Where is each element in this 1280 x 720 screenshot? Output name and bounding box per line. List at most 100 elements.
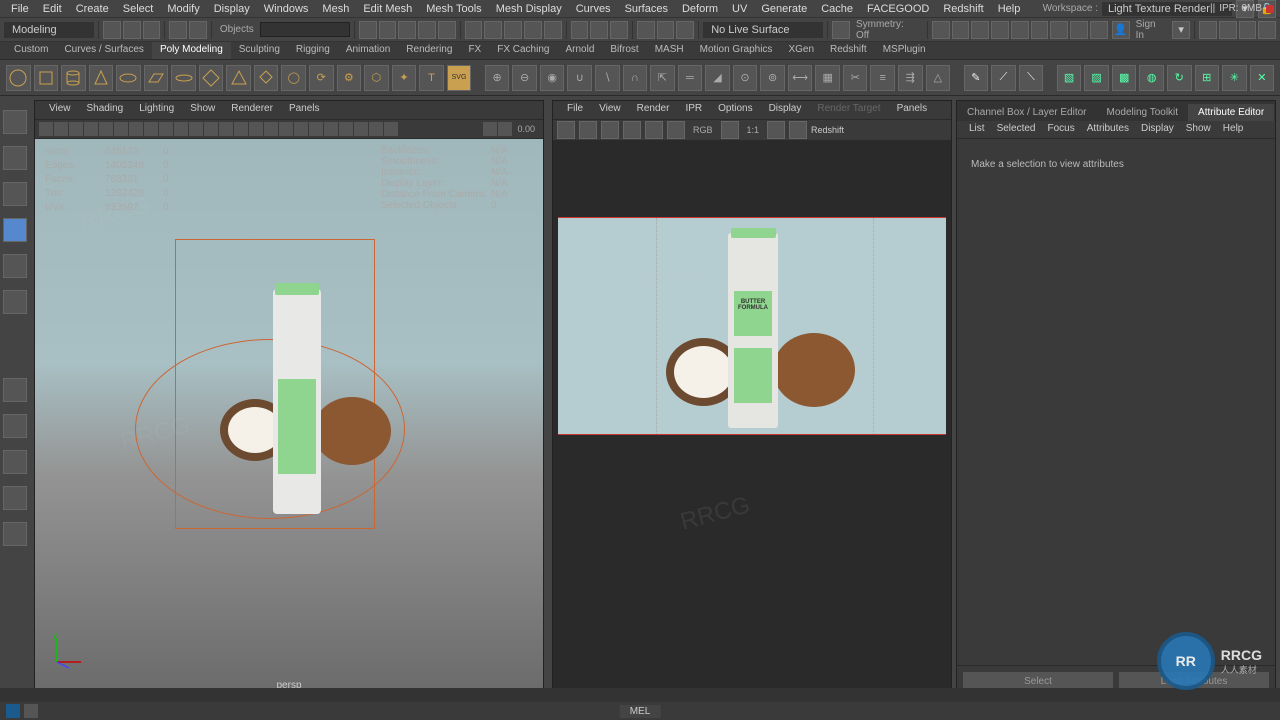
- panel-6-icon[interactable]: [1031, 21, 1049, 39]
- rv-refresh-icon[interactable]: [645, 121, 663, 139]
- rv-menu-view[interactable]: View: [591, 101, 629, 119]
- last-tool[interactable]: [3, 290, 27, 314]
- move-tool[interactable]: [3, 182, 27, 206]
- vp-isolate-icon[interactable]: [294, 122, 308, 136]
- extrude-icon[interactable]: ⇱: [650, 65, 675, 91]
- poly-svg-icon[interactable]: SVG: [447, 65, 472, 91]
- render-settings-icon[interactable]: [676, 21, 694, 39]
- rv-alpha-icon[interactable]: [721, 121, 739, 139]
- vp-xray-icon[interactable]: [309, 122, 323, 136]
- viewport-3d[interactable]: Verts:6451730 Edges:14053490 Faces:76333…: [35, 139, 543, 697]
- shelf-tab-animation[interactable]: Animation: [338, 42, 398, 59]
- mirror-icon[interactable]: ⟷: [788, 65, 813, 91]
- menu-file[interactable]: File: [4, 2, 36, 15]
- tab-modeling-toolkit[interactable]: Modeling Toolkit: [1097, 104, 1189, 121]
- poly-cone-icon[interactable]: [89, 65, 114, 91]
- poly-helix-icon[interactable]: ⟳: [309, 65, 334, 91]
- shelf-tab-rigging[interactable]: Rigging: [288, 42, 338, 59]
- uv-1-icon[interactable]: ▧: [1057, 65, 1082, 91]
- vp-menu-view[interactable]: View: [41, 101, 79, 119]
- sculpt-2-icon[interactable]: ⟋: [991, 65, 1016, 91]
- shelf-tab-curves[interactable]: Curves / Surfaces: [56, 42, 151, 59]
- layout-two-v[interactable]: [3, 486, 27, 510]
- signin-label[interactable]: Sign In: [1132, 19, 1171, 41]
- select-tool-icon[interactable]: [359, 21, 377, 39]
- poly-superellipse-icon[interactable]: ✦: [392, 65, 417, 91]
- panel-8-icon[interactable]: [1070, 21, 1088, 39]
- menu-editmesh[interactable]: Edit Mesh: [356, 2, 419, 15]
- shelf-tab-polymodeling[interactable]: Poly Modeling: [152, 42, 231, 59]
- shelf-tab-rendering[interactable]: Rendering: [398, 42, 460, 59]
- vp-image-plane-icon[interactable]: [69, 122, 83, 136]
- ae-menu-attributes[interactable]: Attributes: [1081, 121, 1135, 138]
- poly-torus-icon[interactable]: [116, 65, 141, 91]
- rv-keep-icon[interactable]: [767, 121, 785, 139]
- boolean-union-icon[interactable]: ∪: [567, 65, 592, 91]
- layout-3-icon[interactable]: [1239, 21, 1257, 39]
- timeline[interactable]: [0, 688, 1280, 702]
- shelf-tab-fx[interactable]: FX: [460, 42, 489, 59]
- new-scene-icon[interactable]: [103, 21, 121, 39]
- menu-curves[interactable]: Curves: [569, 2, 618, 15]
- boolean-diff-icon[interactable]: ∖: [595, 65, 620, 91]
- sculpt-1-icon[interactable]: ✎: [964, 65, 989, 91]
- poly-gear-icon[interactable]: ⚙: [337, 65, 362, 91]
- rv-settings-icon[interactable]: [667, 121, 685, 139]
- vp-ao-icon[interactable]: [369, 122, 383, 136]
- vp-menu-lighting[interactable]: Lighting: [131, 101, 182, 119]
- snap-curve-icon[interactable]: [484, 21, 502, 39]
- vp-gamma-icon[interactable]: [498, 122, 512, 136]
- uv-6-icon[interactable]: ⊞: [1195, 65, 1220, 91]
- menu-cache[interactable]: Cache: [814, 2, 860, 15]
- redo-icon[interactable]: [189, 21, 207, 39]
- vp-depth-icon[interactable]: [339, 122, 353, 136]
- vp-xray-joint-icon[interactable]: [324, 122, 338, 136]
- shelf-tab-custom[interactable]: Custom: [6, 42, 56, 59]
- panel-4-icon[interactable]: [991, 21, 1009, 39]
- lasso-tool[interactable]: [3, 146, 27, 170]
- select-vert-icon[interactable]: [379, 21, 397, 39]
- vp-menu-shading[interactable]: Shading: [79, 101, 132, 119]
- shelf-tab-bifrost[interactable]: Bifrost: [602, 42, 646, 59]
- vp-exposure-icon[interactable]: [483, 122, 497, 136]
- uv-8-icon[interactable]: ✕: [1250, 65, 1275, 91]
- quad-draw-icon[interactable]: ▦: [815, 65, 840, 91]
- sculpt-3-icon[interactable]: ⟍: [1019, 65, 1044, 91]
- ae-menu-display[interactable]: Display: [1135, 121, 1180, 138]
- poly-platonic-icon[interactable]: [199, 65, 224, 91]
- rv-menu-options[interactable]: Options: [710, 101, 760, 119]
- menu-select[interactable]: Select: [116, 2, 161, 15]
- separate-icon[interactable]: ⊖: [512, 65, 537, 91]
- uv-2-icon[interactable]: ▨: [1084, 65, 1109, 91]
- vp-wireframe-icon[interactable]: [219, 122, 233, 136]
- uv-3-icon[interactable]: ▩: [1112, 65, 1137, 91]
- ae-menu-show[interactable]: Show: [1180, 121, 1217, 138]
- panel-1-icon[interactable]: [932, 21, 950, 39]
- panel-2-icon[interactable]: [952, 21, 970, 39]
- mode-dropdown[interactable]: Modeling: [4, 22, 94, 38]
- menu-generate[interactable]: Generate: [754, 2, 814, 15]
- vp-aa-icon[interactable]: [384, 122, 398, 136]
- poly-pyramid-icon[interactable]: [226, 65, 251, 91]
- vp-gate-mask-icon[interactable]: [159, 122, 173, 136]
- vp-grease-icon[interactable]: [99, 122, 113, 136]
- signin-dropdown-icon[interactable]: ▾: [1172, 21, 1190, 39]
- merge-icon[interactable]: ⊙: [733, 65, 758, 91]
- vp-bookmark-icon[interactable]: [54, 122, 68, 136]
- script-language[interactable]: MEL: [620, 705, 661, 718]
- select-edge-icon[interactable]: [398, 21, 416, 39]
- script-output-icon[interactable]: [24, 704, 38, 718]
- poly-plane-icon[interactable]: [144, 65, 169, 91]
- layout-4-icon[interactable]: [1258, 21, 1276, 39]
- vp-grid-icon[interactable]: [114, 122, 128, 136]
- freeze-icon[interactable]: [590, 21, 608, 39]
- menu-meshtools[interactable]: Mesh Tools: [419, 2, 488, 15]
- vp-shaded-icon[interactable]: [234, 122, 248, 136]
- panel-9-icon[interactable]: [1090, 21, 1108, 39]
- render-icon[interactable]: [637, 21, 655, 39]
- rv-menu-panels[interactable]: Panels: [889, 101, 936, 119]
- history-icon[interactable]: [571, 21, 589, 39]
- rv-ipr-icon[interactable]: [623, 121, 641, 139]
- uv-7-icon[interactable]: ✳: [1222, 65, 1247, 91]
- rv-menu-file[interactable]: File: [559, 101, 591, 119]
